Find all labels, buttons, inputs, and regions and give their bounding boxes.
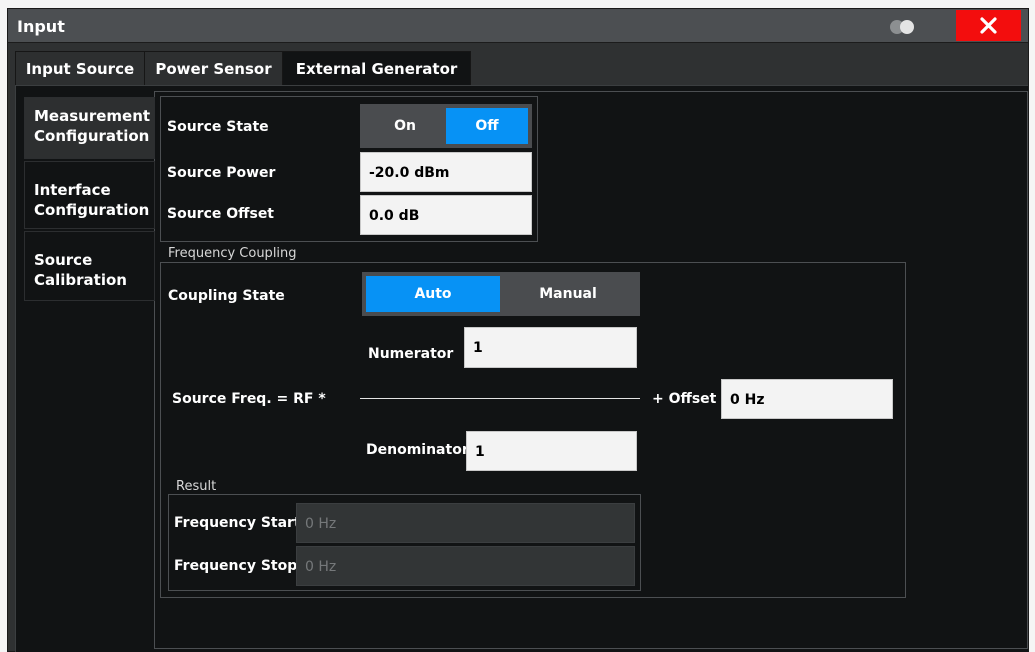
title-bar: Input	[8, 9, 1028, 43]
source-power-input[interactable]: -20.0 dBm	[360, 152, 532, 192]
numerator-input[interactable]: 1	[464, 327, 637, 368]
frequency-start-value: 0 Hz	[296, 503, 635, 543]
source-offset-input[interactable]: 0.0 dB	[360, 195, 532, 235]
tab-power-sensor[interactable]: Power Sensor	[144, 51, 283, 86]
offset-label: + Offset	[652, 391, 717, 407]
coupling-manual-option[interactable]: Manual	[500, 276, 636, 312]
source-state-toggle: On Off	[360, 104, 532, 148]
fraction-line	[360, 398, 640, 399]
source-offset-label: Source Offset	[167, 206, 275, 222]
frequency-stop-value: 0 Hz	[296, 546, 635, 586]
offset-input[interactable]: 0 Hz	[721, 379, 893, 419]
coupling-state-toggle: Auto Manual	[362, 272, 640, 316]
frequency-start-label: Frequency Start	[174, 515, 301, 531]
result-caption: Result	[176, 479, 217, 494]
window-title: Input	[17, 17, 65, 36]
side-tab-source-calibration[interactable]: Source Calibration	[24, 231, 155, 301]
toggle-icon[interactable]	[890, 20, 916, 34]
denominator-input[interactable]: 1	[466, 431, 637, 471]
numerator-label: Numerator	[368, 346, 454, 362]
tab-input-source[interactable]: Input Source	[15, 51, 145, 86]
source-freq-formula-label: Source Freq. = RF *	[172, 391, 326, 407]
frequency-coupling-caption: Frequency Coupling	[168, 246, 297, 261]
tab-external-generator[interactable]: External Generator	[282, 51, 471, 89]
source-state-off-option[interactable]: Off	[446, 108, 528, 144]
side-tab-measurement-configuration[interactable]: Measurement Configuration	[24, 97, 155, 159]
source-state-on-option[interactable]: On	[364, 108, 446, 144]
side-tab-interface-configuration[interactable]: Interface Configuration	[24, 161, 155, 229]
coupling-state-label: Coupling State	[168, 288, 285, 304]
denominator-label: Denominator	[366, 442, 469, 458]
frequency-stop-label: Frequency Stop	[174, 558, 298, 574]
close-icon	[980, 17, 997, 34]
source-state-label: Source State	[167, 119, 269, 135]
source-power-label: Source Power	[167, 165, 276, 181]
close-button[interactable]	[956, 10, 1021, 41]
coupling-auto-option[interactable]: Auto	[366, 276, 500, 312]
